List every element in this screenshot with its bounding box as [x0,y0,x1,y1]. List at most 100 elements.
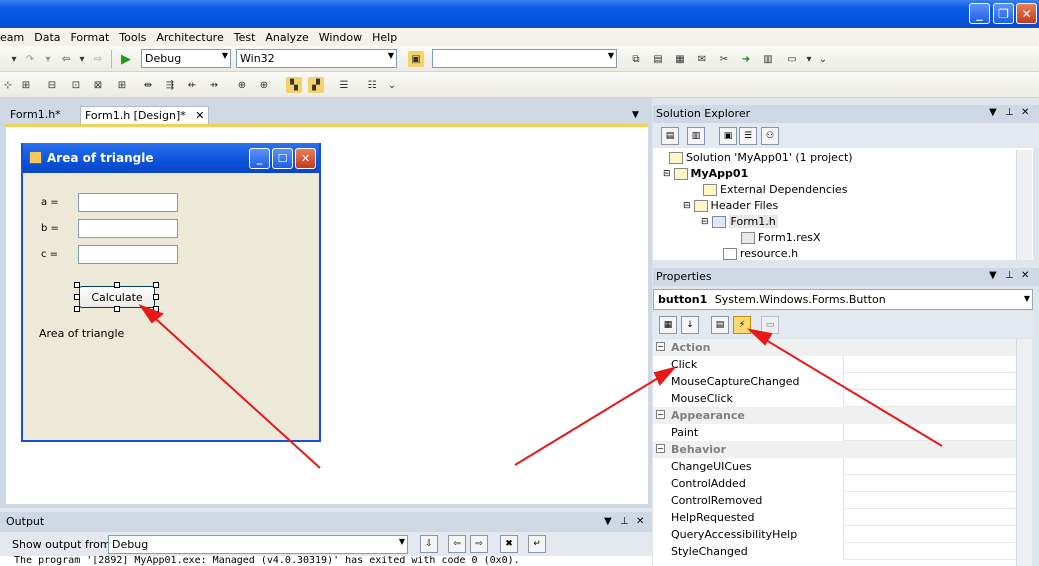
menu-tools[interactable]: Tools [114,31,151,44]
find-in-files-icon[interactable]: ▣ [408,51,424,67]
close-icon[interactable]: ✕ [1021,107,1029,118]
property-pages-icon[interactable]: ▭ [761,316,779,334]
tools-icon[interactable]: ✂ [716,51,732,67]
clear-all-icon[interactable]: ✖ [500,535,518,553]
property-row[interactable]: MouseCaptureChanged [653,373,1017,390]
align-lefts-icon[interactable]: ⊞ [18,77,34,93]
toolbox-icon[interactable]: ✉ [694,51,710,67]
undo-dropdown-icon[interactable]: ▾ [6,51,22,67]
navigate-dropdown-icon[interactable]: ▾ [74,51,90,67]
menu-analyze[interactable]: Analyze [260,31,313,44]
start-debugging-icon[interactable]: ▶ [118,51,134,67]
collapse-icon[interactable]: − [656,444,665,453]
property-value-cell[interactable] [843,424,1017,441]
property-value-cell[interactable] [843,458,1017,475]
increase-spacing-icon[interactable]: ⇶ [162,77,178,93]
solution-explorer-scrollbar[interactable] [1016,150,1032,260]
collapse-icon[interactable]: ⊟ [663,169,671,179]
property-row[interactable]: Click [653,356,1017,373]
class-view-icon[interactable]: ▥ [760,51,776,67]
start-page-icon[interactable]: ➜ [738,51,754,67]
textbox-b[interactable] [78,219,178,238]
window-position-icon[interactable]: ▼ [604,516,612,527]
property-value-cell[interactable] [843,543,1017,560]
horizontal-spacing-icon[interactable]: ⇹ [140,77,156,93]
properties-object-selector[interactable]: button1 System.Windows.Forms.Button ▼ [653,289,1033,310]
property-row[interactable]: MouseClick [653,390,1017,407]
property-value-cell[interactable] [843,373,1017,390]
property-row[interactable]: ChangeUICues [653,458,1017,475]
align-to-grid-icon[interactable]: ⊹ [0,77,16,93]
resize-handle[interactable] [74,306,80,312]
previous-message-icon[interactable]: ⇦ [448,535,466,553]
textbox-c[interactable] [78,245,178,264]
property-category[interactable]: − Behavior [653,441,1017,458]
tree-item-external-dependencies[interactable]: External Dependencies [703,183,847,196]
output-source-combo[interactable]: Debug ▼ [108,535,408,554]
command-window-icon[interactable]: ▭ [784,51,800,67]
tree-item-form1-h[interactable]: ⊟ Form1.h [701,215,778,228]
resize-handle[interactable] [114,282,120,288]
property-category[interactable]: − Appearance [653,407,1017,424]
solution-platform-combo[interactable]: Win32 ▼ [236,49,397,68]
menu-window[interactable]: Window [314,31,367,44]
collapse-icon[interactable]: − [656,342,665,351]
toolbar-options-icon[interactable]: ⌄ [384,77,400,93]
tree-item-form1-resx[interactable]: Form1.resX [741,231,821,244]
show-all-files-icon[interactable]: ▥ [687,127,705,145]
solution-explorer-icon[interactable]: ⧉ [628,51,644,67]
navigate-forward-icon[interactable]: ⇨ [90,51,106,67]
properties-icon[interactable]: ▤ [661,127,679,145]
refresh-icon[interactable]: ▣ [719,127,737,145]
resize-handle[interactable] [114,306,120,312]
lock-controls-icon[interactable]: ☷ [364,77,380,93]
property-row[interactable]: HelpRequested [653,509,1017,526]
solution-configuration-combo[interactable]: Debug ▼ [141,49,231,68]
property-value-cell[interactable] [843,526,1017,543]
property-row[interactable]: Paint [653,424,1017,441]
find-message-icon[interactable]: ⇩ [420,535,438,553]
resize-handle[interactable] [74,282,80,288]
menu-data[interactable]: Data [29,31,65,44]
collapse-icon[interactable]: ⊟ [683,201,691,211]
center-vertically-icon[interactable]: ⊕ [256,77,272,93]
close-tab-icon[interactable]: ✕ [195,109,204,122]
send-to-back-icon[interactable]: ▞ [308,77,324,93]
property-value-cell[interactable] [843,356,1017,373]
make-same-size-icon[interactable]: ⊠ [90,77,106,93]
find-combo[interactable]: ▼ [432,49,617,68]
close-icon[interactable]: ✕ [1021,270,1029,281]
bring-to-front-icon[interactable]: ▚ [286,77,302,93]
events-lightning-icon[interactable]: ⚡ [733,316,751,334]
property-category[interactable]: − Action [653,339,1017,356]
tab-form1-design[interactable]: Form1.h [Design]* ✕ [80,106,210,125]
resize-handle[interactable] [153,282,159,288]
tab-order-icon[interactable]: ☰ [336,77,352,93]
property-value-cell[interactable] [843,390,1017,407]
resize-handle[interactable] [74,294,80,300]
menu-team[interactable]: eam [0,31,29,44]
class-diagram-icon[interactable]: ⚇ [761,127,779,145]
minimize-button[interactable]: _ [969,3,990,24]
window-position-icon[interactable]: ▼ [989,107,997,118]
property-value-cell[interactable] [843,475,1017,492]
collapse-icon[interactable]: − [656,410,665,419]
property-value-cell[interactable] [843,492,1017,509]
property-row[interactable]: ControlRemoved [653,492,1017,509]
redo-dropdown-icon[interactable]: ▾ [40,51,56,67]
remove-spacing-icon[interactable]: ⇸ [206,77,222,93]
properties-view-icon[interactable]: ▤ [711,316,729,334]
property-value-cell[interactable] [843,509,1017,526]
resize-handle[interactable] [153,294,159,300]
property-row[interactable]: StyleChanged [653,543,1017,560]
textbox-a[interactable] [78,193,178,212]
pin-icon[interactable]: ⊥ [1005,270,1014,281]
calculate-button[interactable]: Calculate [79,286,155,308]
tree-item-project[interactable]: ⊟ MyApp01 [663,167,748,180]
tree-item-header-files[interactable]: ⊟ Header Files [683,199,778,212]
toggle-word-wrap-icon[interactable]: ↵ [528,535,546,553]
menu-help[interactable]: Help [367,31,402,44]
collapse-icon[interactable]: ⊟ [701,217,709,227]
size-to-grid-icon[interactable]: ⊞ [114,77,130,93]
toolbar-options-icon[interactable]: ⌄ [815,51,831,67]
